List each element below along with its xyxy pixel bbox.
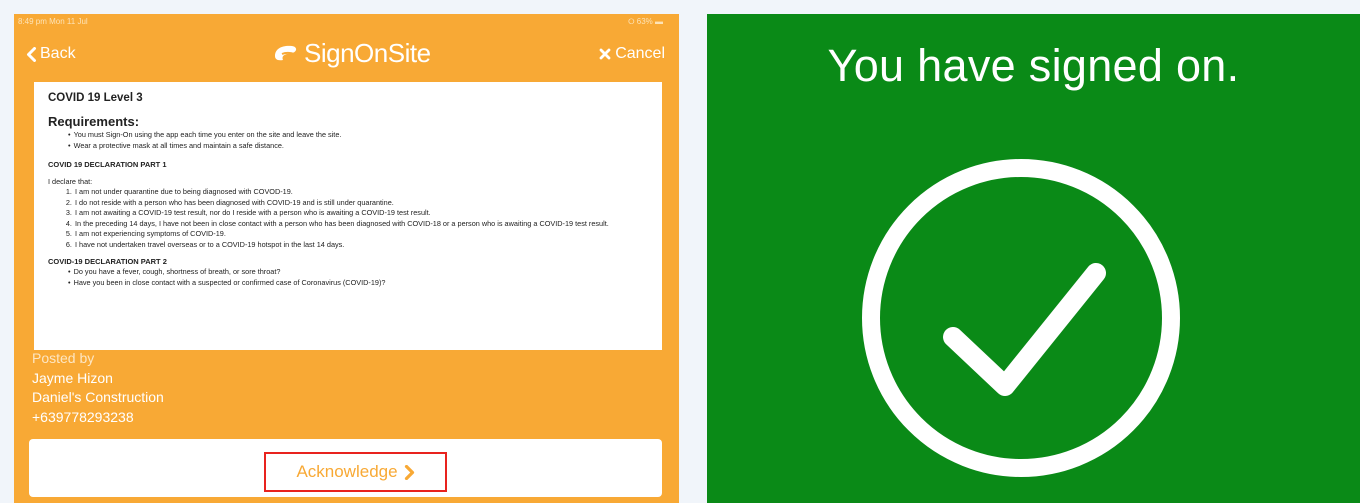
list-item: In the preceding 14 days, I have not bee… (74, 219, 649, 230)
confirmation-message: You have signed on. (827, 40, 1240, 91)
requirements-list: You must Sign-On using the app each time… (48, 130, 649, 151)
acknowledge-label: Acknowledge (296, 462, 398, 481)
posted-by-info: Posted by Jayme Hizon Daniel's Construct… (32, 349, 164, 427)
poster-name: Jayme Hizon (32, 369, 113, 386)
chevron-right-icon (404, 464, 414, 480)
app-logo: SignOnSite (272, 38, 431, 68)
status-battery: ⭘ 63% ▬ (628, 17, 663, 26)
part2-questions-list: Do you have a fever, cough, shortness of… (48, 267, 649, 288)
declaration-document[interactable]: COVID 19 Level 3 Requirements: You must … (34, 82, 662, 350)
list-item: I am not awaiting a COVID-19 test result… (74, 208, 649, 219)
signonsite-logo-icon (275, 45, 297, 61)
poster-company: Daniel's Construction (32, 389, 164, 405)
back-button[interactable]: Back (26, 45, 76, 63)
list-item: You must Sign-On using the app each time… (68, 130, 649, 141)
list-item: I have not undertaken travel overseas or… (74, 240, 649, 251)
list-item: I am not under quarantine due to being d… (74, 187, 649, 198)
part2-heading: COVID-19 DECLARATION PART 2 (48, 257, 167, 266)
list-item: Have you been in close contact with a su… (68, 278, 649, 289)
requirements-heading: Requirements: (48, 114, 140, 129)
status-bar: 8:49 pm Mon 11 Jul ⭘ 63% ▬ (14, 14, 679, 28)
sign-on-screen: 8:49 pm Mon 11 Jul ⭘ 63% ▬ Back SignOnSi… (14, 14, 679, 503)
list-item: Do you have a fever, cough, shortness of… (68, 267, 649, 278)
cancel-label: Cancel (615, 45, 665, 62)
acknowledge-bar: Acknowledge (29, 439, 662, 497)
checkmark-circle-icon (862, 159, 1180, 477)
poster-phone[interactable]: +639778293238 (32, 408, 164, 428)
part1-heading: COVID 19 DECLARATION PART 1 (48, 160, 167, 169)
back-label: Back (40, 45, 76, 62)
declare-intro: I declare that: (48, 177, 93, 186)
list-item: Wear a protective mask at all times and … (68, 141, 649, 152)
signed-on-confirmation: You have signed on. (707, 14, 1360, 503)
document-title: COVID 19 Level 3 (48, 92, 143, 104)
declarations-list: I am not under quarantine due to being d… (48, 187, 649, 250)
posted-by-label: Posted by (32, 350, 95, 366)
acknowledge-button[interactable]: Acknowledge (264, 452, 447, 492)
navigation-bar: Back SignOnSite Cancel (14, 28, 679, 78)
list-item: I do not reside with a person who has be… (74, 198, 649, 209)
list-item: I am not experiencing symptoms of COVID-… (74, 229, 649, 240)
chevron-left-icon (27, 46, 36, 62)
status-time: 8:49 pm Mon 11 Jul (18, 17, 88, 26)
logo-text: SignOnSite (304, 37, 431, 68)
cancel-button[interactable]: Cancel (599, 45, 665, 63)
close-icon (599, 48, 611, 60)
